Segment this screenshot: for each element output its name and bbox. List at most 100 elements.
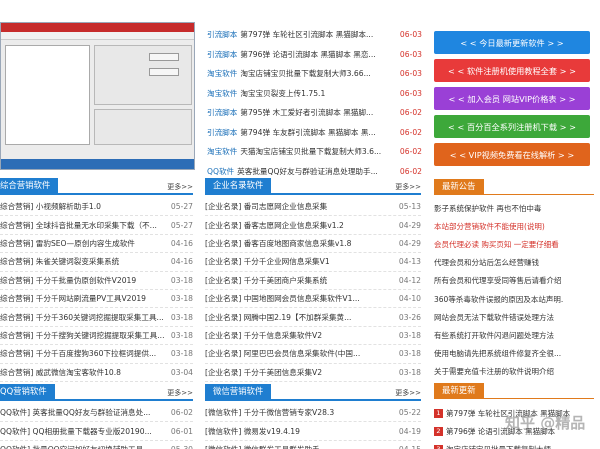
list-item[interactable]: [企业名录] 千分千信息采集软件V2 03-18 xyxy=(205,327,421,346)
more-link[interactable]: 更多>> xyxy=(395,388,421,399)
list-item[interactable]: [企业名录] 阿里巴巴会员信息采集软件(中国... 03-18 xyxy=(205,345,421,364)
item-title[interactable]: [微信软件] 微信群发工具群发助手... xyxy=(205,444,395,449)
item-title[interactable]: 综合营销] 雷豹SEO—原创内容生成软件 xyxy=(0,238,167,249)
list-item[interactable]: [企业名录] 番司志愿网企业信息采集 05-13 xyxy=(205,198,421,217)
news-title[interactable]: 第797弹 车轮社区引流脚本 黑猫脚本... xyxy=(240,29,396,40)
news-category[interactable]: 淘宝软件 xyxy=(207,88,237,99)
list-item[interactable]: [企业名录] 番客百度地图商家信息采集v1.8 04-29 xyxy=(205,235,421,254)
announcement-item[interactable]: 使用电脑请先把系统组件修复齐全很... xyxy=(434,345,594,363)
latest-item[interactable]: 3淘宝店铺宝贝批量下载复制大师 xyxy=(434,440,594,449)
news-item[interactable]: 引流脚本 第797弹 车轮社区引流脚本 黑猫脚本... 06-03 xyxy=(207,25,422,45)
promo-button[interactable]: < < 软件注册机使用教程全套 > > xyxy=(434,59,590,82)
item-title[interactable]: [企业名录] 中国地图网会员信息采集软件V1... xyxy=(205,293,395,304)
list-item[interactable]: [企业名录] 千分千企业网信息采集V1 04-13 xyxy=(205,253,421,272)
item-date: 04-10 xyxy=(398,294,421,304)
news-title[interactable]: 淘宝店铺宝贝批量下载复制大师3.66... xyxy=(240,68,396,79)
list-item[interactable]: 综合营销] 千分千360关键词挖掘提取采集工具... 03-18 xyxy=(0,308,193,327)
item-title[interactable]: [企业名录] 番客志愿网企业信息采集v1.2 xyxy=(205,220,395,231)
announcement-item[interactable]: 360等杀毒软件误报的原因及本站声明. xyxy=(434,290,594,308)
item-title[interactable]: [企业名录] 番客百度地图商家信息采集v1.8 xyxy=(205,238,395,249)
announcement-item[interactable]: 代理会员和分站后怎么经营赚钱 xyxy=(434,254,594,272)
item-title[interactable]: [企业名录] 网腾中国2.19【不加群采集黄... xyxy=(205,312,395,323)
news-item[interactable]: 引流脚本 第794弹 车友群引流脚本 黑猫脚本 黑... 06-02 xyxy=(207,123,422,143)
list-item[interactable]: QQ软件] 英客批量QQ好友与群验证消息处... 06-02 xyxy=(0,404,193,423)
announcement-item[interactable]: 关于需要充值卡注册的软件说明介绍 xyxy=(434,363,594,381)
news-title[interactable]: 天猫淘宝店铺宝贝批量下载复制大师3.6... xyxy=(240,146,396,157)
list-item[interactable]: QQ软件] QQ相册批量下载器专业版20190... 06-01 xyxy=(0,422,193,441)
latest-title[interactable]: 淘宝店铺宝贝批量下载复制大师 xyxy=(446,444,551,449)
news-item[interactable]: 引流脚本 第796弹 论语引流脚本 黑猫脚本 黑恋... 06-03 xyxy=(207,45,422,65)
item-title[interactable]: [微信软件] 千分千微信营销专家V28.3 xyxy=(205,407,395,418)
more-link[interactable]: 更多>> xyxy=(395,182,421,193)
announcement-item[interactable]: 影子系统保护软件 再也不怕中毒 xyxy=(434,199,594,217)
announcement-item[interactable]: 所有会员和代理享受同等售后请看介绍 xyxy=(434,272,594,290)
list-item[interactable]: [微信软件] 千分千微信营销专家V28.3 05-22 xyxy=(205,404,421,423)
news-category[interactable]: 引流脚本 xyxy=(207,127,237,138)
announcement-item[interactable]: 本站部分营销软件不能使用(说明) xyxy=(434,217,594,235)
news-category[interactable]: 引流脚本 xyxy=(207,107,237,118)
news-item[interactable]: 引流脚本 第795弹 木工爱好者引流脚本 黑猫脚... 06-02 xyxy=(207,103,422,123)
list-item[interactable]: 综合营销] 小视频解析助手1.0 05-27 xyxy=(0,198,193,217)
news-category[interactable]: 引流脚本 xyxy=(207,29,237,40)
announcement-list: 影子系统保护软件 再也不怕中毒 本站部分营销软件不能使用(说明) 会员代理必读 购买… xyxy=(434,199,594,381)
item-title[interactable]: 综合营销] 千分千网站刷流量PV工具V2019 xyxy=(0,293,167,304)
item-title[interactable]: QQ软件] QQ相册批量下载器专业版20190... xyxy=(0,426,167,437)
item-title[interactable]: [企业名录] 千分千美团商户采集系统 xyxy=(205,275,395,286)
item-title[interactable]: QQ软件] 英客批量QQ好友与群验证消息处... xyxy=(0,407,167,418)
news-item[interactable]: 淘宝软件 淘宝宝贝裂变上传1.75.1 06-03 xyxy=(207,84,422,104)
more-link[interactable]: 更多>> xyxy=(167,182,193,193)
item-title[interactable]: 综合营销] 小视频解析助手1.0 xyxy=(0,201,167,212)
news-category[interactable]: 引流脚本 xyxy=(207,49,237,60)
news-title[interactable]: 淘宝宝贝裂变上传1.75.1 xyxy=(240,88,396,99)
news-title[interactable]: 第795弹 木工爱好者引流脚本 黑猫脚... xyxy=(240,107,396,118)
list-item[interactable]: 综合营销] 千分千百度搜狗360下拉框词提供... 03-18 xyxy=(0,345,193,364)
promo-button[interactable]: < < 今日最新更新软件 > > xyxy=(434,31,590,54)
list-item[interactable]: [企业名录] 千分千美团信息采集V2 03-18 xyxy=(205,364,421,382)
list-item[interactable]: 综合营销] 千分千批量伪原创软件V2019 03-18 xyxy=(0,272,193,290)
item-title[interactable]: 综合营销] 千分千批量伪原创软件V2019 xyxy=(0,275,167,286)
list-item[interactable]: 综合营销] 威武微信淘宝客软件10.8 03-04 xyxy=(0,364,193,382)
promo-button[interactable]: < < 加入会员 网站VIP价格表 > > xyxy=(434,87,590,110)
announcement-item[interactable]: 有些系统打开软件闪退问题处理方法 xyxy=(434,326,594,344)
item-title[interactable]: [企业名录] 番司志愿网企业信息采集 xyxy=(205,201,395,212)
item-title[interactable]: 综合营销] 千分千百度搜狗360下拉框词提供... xyxy=(0,348,167,359)
item-title[interactable]: 综合营销] 朱雀关键词裂变采集系统 xyxy=(0,256,167,267)
list-item[interactable]: 综合营销] 全球抖音批量无水印采集下载（不... 05-27 xyxy=(0,216,193,235)
list-item[interactable]: [企业名录] 中国地图网会员信息采集软件V1... 04-10 xyxy=(205,290,421,309)
news-category[interactable]: 淘宝软件 xyxy=(207,68,237,79)
list-item[interactable]: 综合营销] 千分千网站刷流量PV工具V2019 03-18 xyxy=(0,290,193,309)
list-item[interactable]: [微信软件] 微信群发工具群发助手...04-15 xyxy=(205,441,421,449)
promo-button[interactable]: < < VIP视频免费看在线解析 > > xyxy=(434,143,590,166)
promo-button[interactable]: < < 百分百全系列注册机下载 > > xyxy=(434,115,590,138)
list-item[interactable]: [企业名录] 千分千美团商户采集系统 04-12 xyxy=(205,272,421,290)
item-title[interactable]: 综合营销] 千分千搜狗关键词挖掘提取采集工具... xyxy=(0,330,167,341)
news-item[interactable]: 淘宝软件 淘宝店铺宝贝批量下载复制大师3.66... 06-03 xyxy=(207,64,422,84)
list-item[interactable]: 综合营销] 雷豹SEO—原创内容生成软件 04-16 xyxy=(0,235,193,254)
news-category[interactable]: 淘宝软件 xyxy=(207,146,237,157)
news-category[interactable]: QQ软件 xyxy=(207,166,234,177)
list-item[interactable]: [微信软件] 微易发v19.4.19 04-19 xyxy=(205,422,421,441)
list-item[interactable]: 综合营销] 朱雀关键词裂变采集系统 04-16 xyxy=(0,253,193,272)
news-title[interactable]: 英客批量QQ好友与群验证消息处理助手... xyxy=(237,166,396,177)
item-title[interactable]: [企业名录] 千分千信息采集软件V2 xyxy=(205,330,395,341)
list-item[interactable]: [企业名录] 番客志愿网企业信息采集v1.2 04-29 xyxy=(205,216,421,235)
item-title[interactable]: [微信软件] 微易发v19.4.19 xyxy=(205,426,395,437)
item-title[interactable]: 综合营销] 千分千360关键词挖掘提取采集工具... xyxy=(0,312,167,323)
list-item[interactable]: 综合营销] 千分千搜狗关键词挖掘提取采集工具... 03-18 xyxy=(0,327,193,346)
news-title[interactable]: 第794弹 车友群引流脚本 黑猫脚本 黑... xyxy=(240,127,396,138)
item-title[interactable]: QQ软件] 批量QQ空间加好友切换辅助工具... xyxy=(0,444,167,449)
item-title[interactable]: [企业名录] 阿里巴巴会员信息采集软件(中国... xyxy=(205,348,395,359)
news-item[interactable]: 淘宝软件 天猫淘宝店铺宝贝批量下载复制大师3.6... 06-02 xyxy=(207,142,422,162)
list-item[interactable]: [企业名录] 网腾中国2.19【不加群采集黄... 03-26 xyxy=(205,308,421,327)
announcement-item[interactable]: 网站会员无法下载软件错误处理方法 xyxy=(434,308,594,326)
item-title[interactable]: 综合营销] 威武微信淘宝客软件10.8 xyxy=(0,367,167,378)
more-link[interactable]: 更多>> xyxy=(167,388,193,399)
list-item[interactable]: QQ软件] 批量QQ空间加好友切换辅助工具...05-30 xyxy=(0,441,193,449)
news-title[interactable]: 第796弹 论语引流脚本 黑猫脚本 黑恋... xyxy=(240,49,396,60)
item-title[interactable]: [企业名录] 千分千美团信息采集V2 xyxy=(205,367,395,378)
software-screenshot-thumbnail[interactable] xyxy=(0,22,195,170)
announcement-item[interactable]: 会员代理必读 购买页知 一定要仔细看 xyxy=(434,235,594,253)
item-title[interactable]: 综合营销] 全球抖音批量无水印采集下载（不... xyxy=(0,220,167,231)
item-title[interactable]: [企业名录] 千分千企业网信息采集V1 xyxy=(205,256,395,267)
rank-badge: 2 xyxy=(434,426,443,436)
